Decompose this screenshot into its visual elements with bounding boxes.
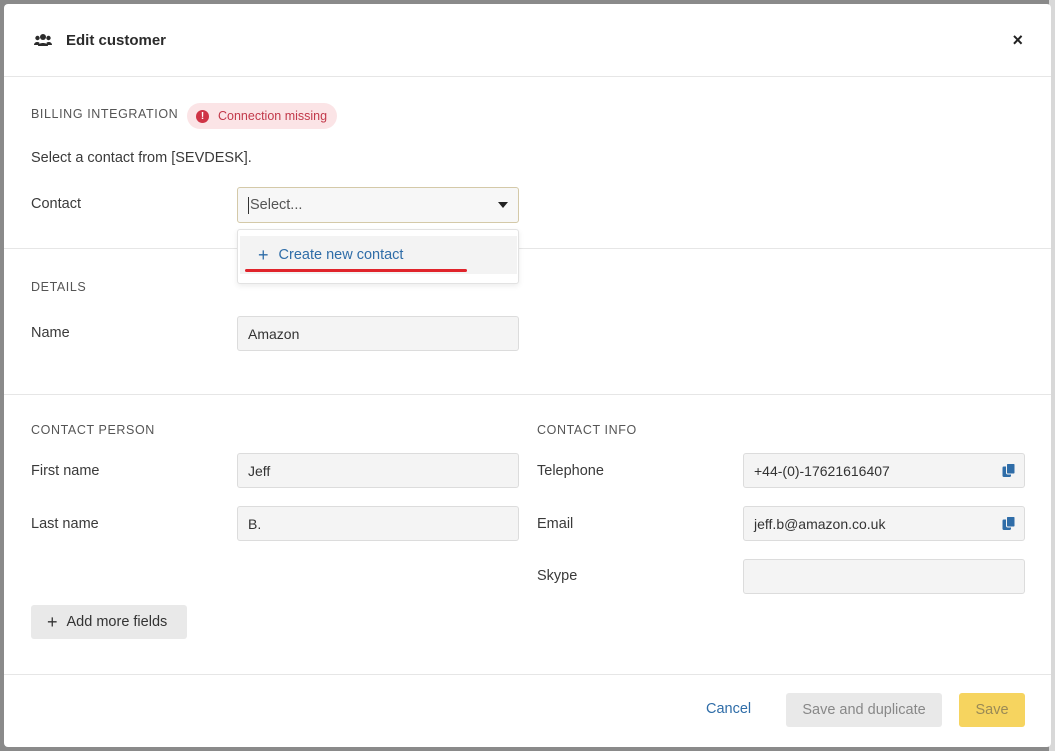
email-input[interactable]: jeff.b@amazon.co.uk [743,506,1025,541]
plus-icon: + [47,612,58,632]
modal-header: Edit customer × [4,4,1051,77]
billing-integration-section: BILLING INTEGRATION ! Connection missing… [4,77,1051,284]
last-name-input[interactable]: B. [237,506,519,541]
save-and-duplicate-button[interactable]: Save and duplicate [786,693,942,727]
contact-label: Contact [31,196,81,212]
telephone-input[interactable]: +44-(0)-17621616407 [743,453,1025,488]
save-button[interactable]: Save [959,693,1025,727]
name-label: Name [31,325,70,341]
billing-section-label: BILLING INTEGRATION [31,107,179,121]
details-section-label: DETAILS [31,280,87,294]
close-icon[interactable]: × [1012,31,1023,49]
billing-helper-text: Select a contact from [SEVDESK]. [31,150,252,166]
add-more-fields-label: Add more fields [66,614,168,630]
contact-dropdown-menu: + Create new contact [237,229,519,284]
edit-customer-modal: Edit customer × BILLING INTEGRATION ! Co… [4,4,1051,747]
contact-section: CONTACT PERSON First name Jeff Last name… [4,395,1051,675]
email-label: Email [537,516,574,532]
modal-footer: Cancel Save and duplicate Save [4,677,1051,747]
contact-select-placeholder: Select... [250,197,303,213]
first-name-label: First name [31,463,100,479]
telephone-value: +44-(0)-17621616407 [754,462,890,479]
name-input[interactable]: Amazon [237,316,519,351]
details-section: DETAILS Name Amazon [4,249,1051,395]
chevron-down-icon[interactable] [498,202,508,208]
contact-person-section-label: CONTACT PERSON [31,423,155,437]
plus-icon: + [258,245,269,265]
users-icon [34,33,52,47]
create-new-contact-label: Create new contact [278,247,404,263]
badge-text: Connection missing [218,109,328,123]
email-value: jeff.b@amazon.co.uk [754,515,886,532]
text-cursor [248,196,249,214]
skype-input[interactable] [743,559,1025,594]
name-value: Amazon [248,325,300,342]
last-name-value: B. [248,515,262,532]
alert-icon: ! [196,109,209,123]
copy-icon[interactable] [1002,463,1016,478]
telephone-label: Telephone [537,463,604,479]
contact-select[interactable]: Select... [237,187,519,223]
first-name-value: Jeff [248,462,271,479]
contact-info-section-label: CONTACT INFO [537,423,637,437]
cancel-button[interactable]: Cancel [706,701,751,717]
skype-label: Skype [537,568,578,584]
add-more-fields-button[interactable]: + Add more fields [31,605,187,639]
modal-title: Edit customer [66,31,167,49]
annotation-underline [245,269,467,272]
last-name-label: Last name [31,516,99,532]
connection-status-badge: ! Connection missing [187,103,338,129]
copy-icon[interactable] [1002,516,1016,531]
first-name-input[interactable]: Jeff [237,453,519,488]
